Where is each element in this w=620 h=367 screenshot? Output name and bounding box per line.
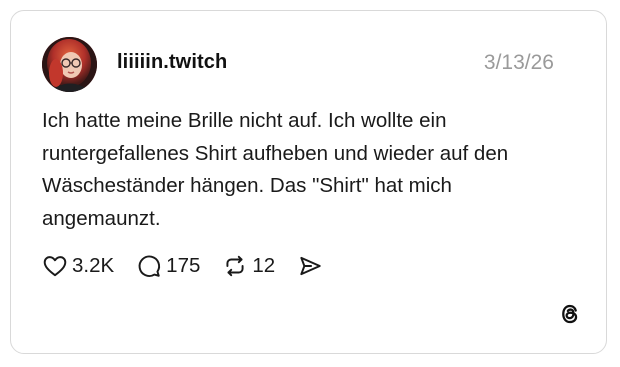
avatar[interactable] bbox=[42, 37, 97, 92]
comment-bubble-icon bbox=[138, 255, 161, 277]
like-count: 3.2K bbox=[72, 254, 115, 277]
like-button[interactable]: 3.2K bbox=[42, 253, 114, 279]
repost-icon bbox=[226, 255, 244, 277]
threads-logo-icon[interactable] bbox=[557, 301, 583, 327]
repost-button[interactable]: 12 bbox=[222, 253, 275, 279]
comment-button[interactable]: 175 bbox=[136, 253, 200, 279]
send-icon bbox=[300, 256, 321, 276]
avatar-image bbox=[42, 37, 97, 92]
post-date: 3/13/26 bbox=[483, 51, 554, 74]
action-bar: 3.2K 175 12 bbox=[42, 251, 345, 281]
heart-icon bbox=[43, 256, 67, 277]
repost-count: 12 bbox=[252, 254, 276, 277]
username[interactable]: liiiiin.twitch bbox=[117, 51, 227, 74]
post-card[interactable]: liiiiin.twitch 3/13/26 Ich hatte meine B… bbox=[10, 10, 607, 354]
comment-count: 175 bbox=[166, 254, 201, 277]
post-text: Ich hatte meine Brille nicht auf. Ich wo… bbox=[42, 109, 509, 230]
share-button[interactable] bbox=[297, 253, 323, 279]
